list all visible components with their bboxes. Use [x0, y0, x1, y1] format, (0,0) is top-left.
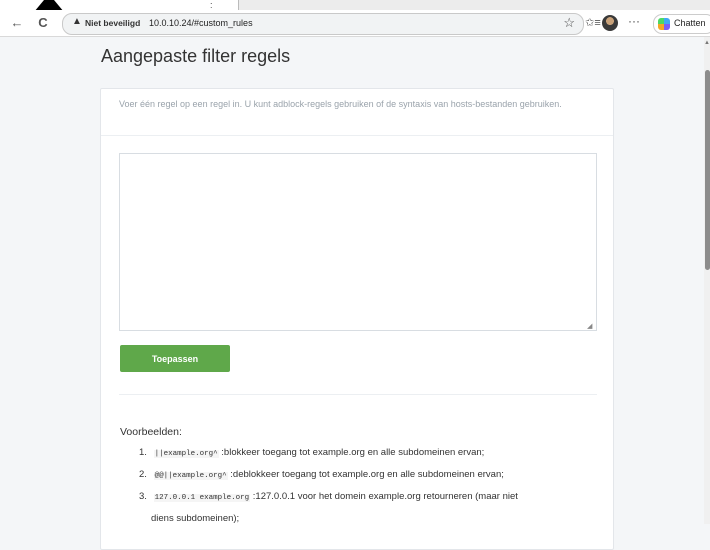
avatar[interactable] — [602, 15, 618, 31]
example-text: :deblokkeer toegang tot example.org en a… — [227, 469, 504, 480]
reload-icon[interactable]: C — [34, 14, 52, 32]
copilot-icon — [658, 18, 670, 30]
example-text: :127.0.0.1 voor het domein example.org r… — [250, 491, 518, 502]
example-item: 1. ||example.org^ :blokkeer toegang tot … — [139, 447, 485, 458]
example-text: diens subdomeinen); — [151, 513, 240, 524]
tab-strip: : — [0, 0, 710, 10]
example-code: ||example.org^ — [153, 450, 219, 458]
copilot-button[interactable]: Chatten — [653, 14, 710, 34]
example-item: 3. 127.0.0.1 example.org :127.0.0.1 voor… — [139, 491, 518, 502]
examples-title: Voorbeelden: — [120, 426, 182, 438]
back-icon[interactable]: ← — [8, 14, 26, 32]
copilot-label: Chatten — [674, 18, 706, 28]
example-code: 127.0.0.1 example.org — [153, 494, 251, 502]
divider — [119, 394, 597, 395]
address-bar[interactable]: ▲ Niet beveiligd 10.0.10.24/#custom_rule… — [62, 13, 584, 35]
rules-textarea[interactable] — [119, 153, 597, 331]
browser-toolbar: ← C ▲ Niet beveiligd 10.0.10.24/#custom_… — [0, 10, 710, 37]
star-icon[interactable]: ☆ — [563, 15, 575, 31]
apply-button[interactable]: Toepassen — [120, 345, 230, 372]
scroll-up-icon[interactable]: ▲ — [704, 40, 710, 48]
example-item: 2. @@||example.org^ :deblokkeer toegang … — [139, 469, 504, 480]
more-menu-icon[interactable]: ··· — [628, 14, 640, 28]
example-item-continued: diens subdomeinen); — [151, 513, 239, 524]
warning-icon: ▲ — [72, 16, 82, 27]
divider — [101, 135, 613, 136]
scrollbar-thumb[interactable] — [705, 70, 710, 270]
not-secure-label[interactable]: Niet beveiligd — [85, 18, 140, 28]
custom-rules-card: Voer één regel op een regel in. U kunt a… — [100, 88, 614, 550]
favorites-icon[interactable]: ✩≡ — [584, 14, 602, 32]
example-code: @@||example.org^ — [153, 472, 228, 480]
resize-handle-icon[interactable]: ◢ — [587, 322, 592, 330]
tab-mark: : — [210, 0, 213, 10]
example-text: :blokkeer toegang tot example.org en all… — [218, 447, 485, 458]
card-description: Voer één regel op een regel in. U kunt a… — [119, 99, 562, 109]
url-text[interactable]: 10.0.10.24/#custom_rules — [149, 18, 253, 28]
page-title: Aangepaste filter regels — [101, 46, 291, 66]
